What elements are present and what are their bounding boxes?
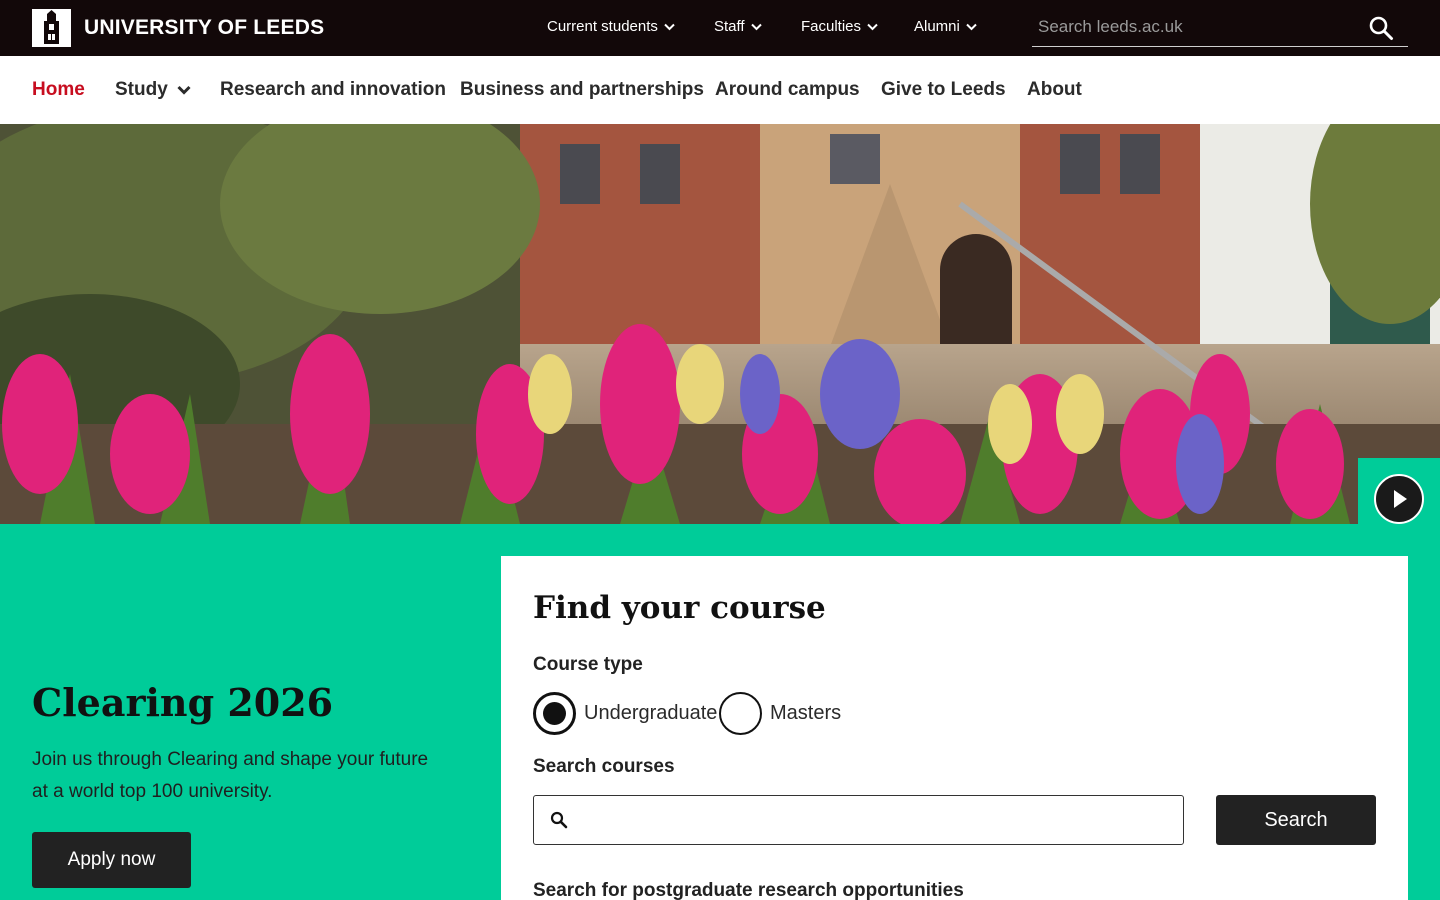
course-finder-title: Find your course — [533, 590, 826, 626]
chevron-down-icon — [867, 18, 878, 35]
logo-text: UNIVERSITY OF LEEDS — [84, 16, 325, 39]
utility-item-label: Current students — [547, 18, 658, 35]
radio-button-unchecked[interactable] — [719, 692, 762, 735]
search-icon — [550, 811, 568, 834]
clearing-description: Join us through Clearing and shape your … — [32, 749, 429, 802]
nav-item-give-to-leeds[interactable]: Give to Leeds — [881, 56, 1006, 124]
utility-bar: UNIVERSITY OF LEEDS Current students Sta… — [0, 0, 1440, 56]
radio-button-checked[interactable] — [533, 692, 576, 735]
apply-now-button[interactable]: Apply now — [32, 832, 191, 888]
main-nav: Home Study Research and innovation Busin… — [0, 56, 1440, 124]
course-search-field[interactable] — [533, 795, 1184, 845]
radio-label: Masters — [770, 702, 842, 724]
chevron-down-icon — [966, 18, 977, 35]
course-search-button[interactable]: Search — [1216, 795, 1376, 845]
hero-image — [0, 124, 1440, 524]
search-icon[interactable] — [1368, 15, 1394, 41]
nav-item-about[interactable]: About — [1027, 56, 1082, 124]
nav-item-around-campus[interactable]: Around campus — [715, 56, 860, 124]
search-courses-label: Search courses — [533, 756, 675, 777]
utility-item-staff[interactable]: Staff — [714, 18, 762, 35]
university-logo[interactable]: UNIVERSITY OF LEEDS — [32, 9, 324, 47]
chevron-down-icon — [750, 18, 762, 35]
logo-tower-icon — [32, 9, 71, 47]
radio-masters[interactable]: Masters — [719, 692, 841, 735]
nav-item-research[interactable]: Research and innovation — [220, 56, 446, 124]
video-control-panel — [1358, 458, 1440, 524]
play-icon[interactable] — [1374, 474, 1424, 524]
pg-research-link[interactable]: Search for postgraduate research opportu… — [533, 880, 964, 900]
course-finder-card: Find your course Course type Undergradua… — [501, 556, 1408, 900]
chevron-down-icon — [177, 79, 191, 101]
nav-item-home[interactable]: Home — [32, 56, 85, 124]
utility-item-label: Faculties — [801, 18, 862, 35]
site-search — [1032, 8, 1408, 47]
site-search-input[interactable] — [1032, 8, 1352, 46]
clearing-title: Clearing 2026 — [32, 680, 334, 725]
utility-item-current-students[interactable]: Current students — [547, 18, 675, 35]
nav-item-label: Study — [115, 79, 168, 100]
course-type-label: Course type — [533, 654, 643, 675]
utility-item-label: Alumni — [914, 18, 960, 35]
radio-label: Undergraduate — [584, 702, 718, 724]
course-search-input[interactable] — [584, 797, 1174, 843]
utility-item-alumni[interactable]: Alumni — [914, 18, 977, 35]
utility-item-label: Staff — [714, 18, 745, 35]
nav-item-study[interactable]: Study — [115, 56, 191, 124]
utility-item-faculties[interactable]: Faculties — [801, 18, 878, 35]
nav-item-business[interactable]: Business and partnerships — [460, 56, 704, 124]
chevron-down-icon — [664, 18, 675, 35]
radio-undergraduate[interactable]: Undergraduate — [533, 692, 717, 735]
